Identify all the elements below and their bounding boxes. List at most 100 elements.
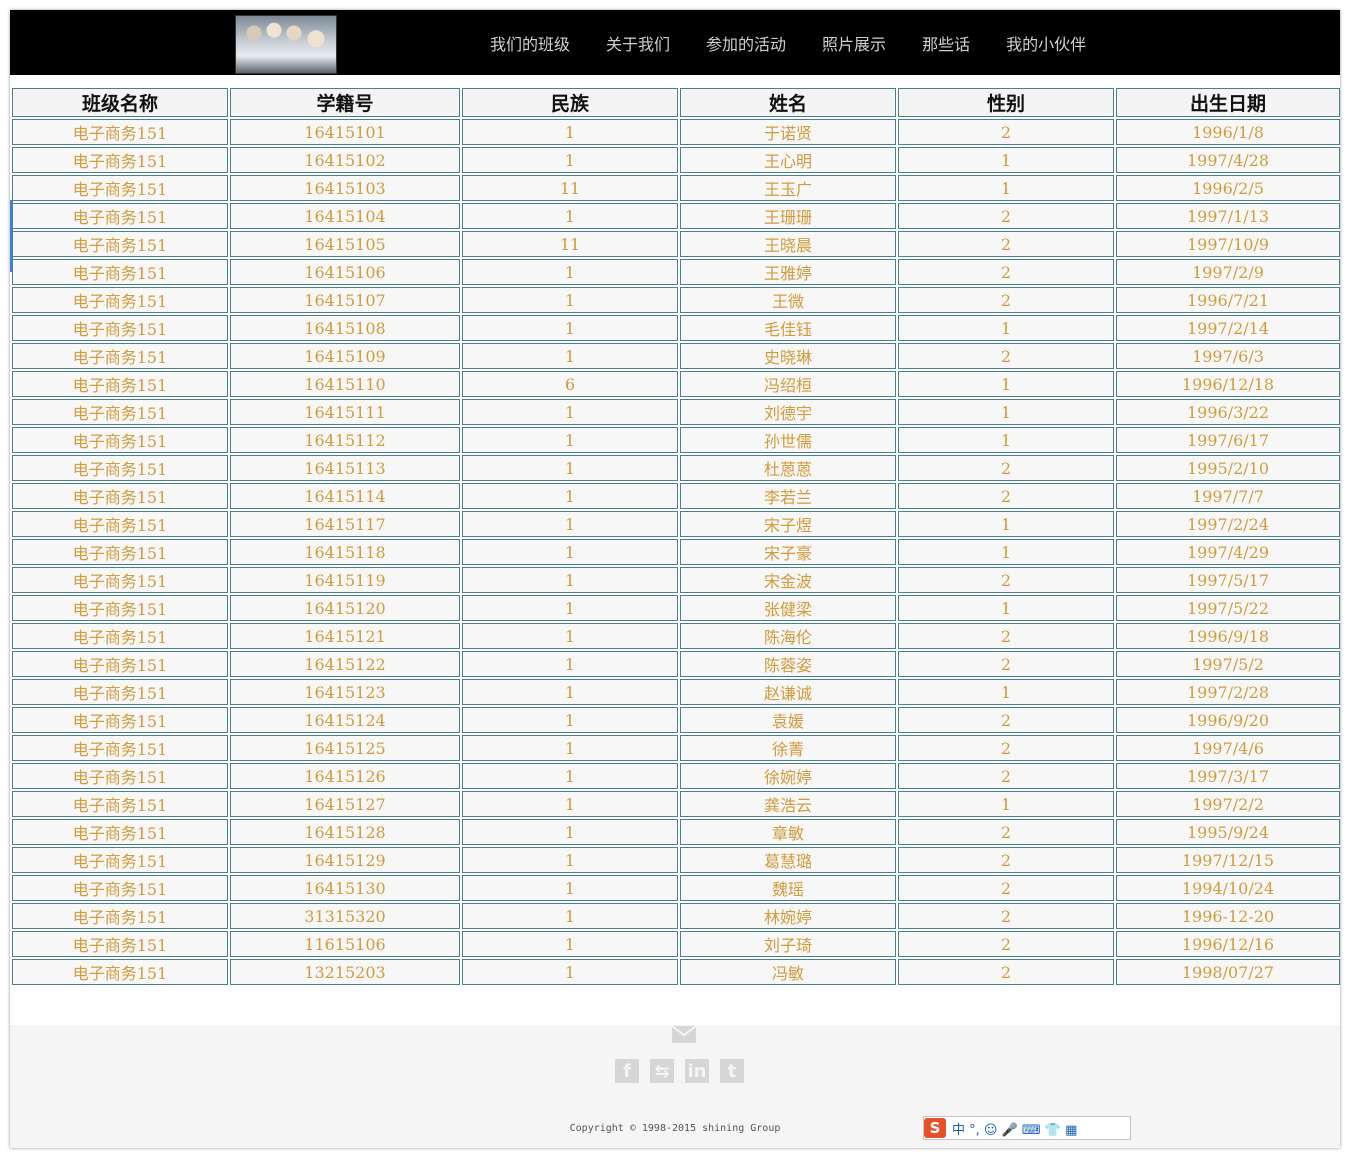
share-icon[interactable]: ⇆ xyxy=(650,1059,674,1083)
cell-class-name: 电子商务151 xyxy=(12,399,228,425)
cell-gender: 2 xyxy=(898,203,1114,229)
cell-student-id: 16415129 xyxy=(230,847,460,873)
ime-toolbar[interactable]: S 中 °, ☺ 🎤 ⌨ 👕 ▦ xyxy=(923,1116,1131,1140)
cell-gender: 2 xyxy=(898,651,1114,677)
cell-birthdate: 1997/2/2 xyxy=(1116,791,1340,817)
cell-ethnicity: 1 xyxy=(462,315,678,341)
nav-friends[interactable]: 我的小伙伴 xyxy=(1006,31,1086,55)
cell-class-name: 电子商务151 xyxy=(12,931,228,957)
cell-birthdate: 1997/2/24 xyxy=(1116,511,1340,537)
cell-birthdate: 1996/12/18 xyxy=(1116,371,1340,397)
cell-student-id: 16415102 xyxy=(230,147,460,173)
cell-class-name: 电子商务151 xyxy=(12,259,228,285)
cell-class-name: 电子商务151 xyxy=(12,371,228,397)
table-row: 电子商务151 16415128 1 章敏 2 1995/9/24 xyxy=(12,819,1340,845)
student-table: 班级名称 学籍号 民族 姓名 性别 出生日期 电子商务151 16415101 1 于… xyxy=(10,86,1342,987)
nav-photos[interactable]: 照片展示 xyxy=(822,31,886,55)
cell-birthdate: 1997/2/14 xyxy=(1116,315,1340,341)
table-row: 电子商务151 16415125 1 徐菁 2 1997/4/6 xyxy=(12,735,1340,761)
table-row: 电子商务151 16415106 1 王雅婷 2 1997/2/9 xyxy=(12,259,1340,285)
cell-name: 王玉广 xyxy=(680,175,896,201)
table-row: 电子商务151 16415130 1 魏瑶 2 1994/10/24 xyxy=(12,875,1340,901)
header-name: 姓名 xyxy=(680,88,896,117)
cell-ethnicity: 1 xyxy=(462,343,678,369)
cell-student-id: 16415107 xyxy=(230,287,460,313)
cell-gender: 2 xyxy=(898,567,1114,593)
cell-ethnicity: 1 xyxy=(462,791,678,817)
table-row: 电子商务151 16415117 1 宋子煜 1 1997/2/24 xyxy=(12,511,1340,537)
cell-birthdate: 1997/6/17 xyxy=(1116,427,1340,453)
table-row: 电子商务151 16415103 11 王玉广 1 1996/2/5 xyxy=(12,175,1340,201)
cell-name: 陈蓉姿 xyxy=(680,651,896,677)
cell-name: 袁媛 xyxy=(680,707,896,733)
cell-class-name: 电子商务151 xyxy=(12,707,228,733)
cell-ethnicity: 1 xyxy=(462,763,678,789)
cell-birthdate: 1997/5/22 xyxy=(1116,595,1340,621)
cell-class-name: 电子商务151 xyxy=(12,315,228,341)
cell-birthdate: 1997/2/28 xyxy=(1116,679,1340,705)
cell-ethnicity: 1 xyxy=(462,399,678,425)
cell-ethnicity: 1 xyxy=(462,707,678,733)
cell-birthdate: 1994/10/24 xyxy=(1116,875,1340,901)
cell-gender: 2 xyxy=(898,819,1114,845)
ime-status-icons[interactable]: 中 °, ☺ 🎤 ⌨ 👕 ▦ xyxy=(952,1119,1077,1138)
cell-name: 于诺贤 xyxy=(680,119,896,145)
cell-gender: 1 xyxy=(898,175,1114,201)
cell-name: 徐婉婷 xyxy=(680,763,896,789)
tumblr-icon[interactable]: t xyxy=(720,1059,744,1083)
cell-name: 王微 xyxy=(680,287,896,313)
cell-name: 杜蒽蒽 xyxy=(680,455,896,481)
cell-birthdate: 1997/6/3 xyxy=(1116,343,1340,369)
cell-birthdate: 1996/12/16 xyxy=(1116,931,1340,957)
footer: f ⇆ in t Copyright © 1998-2015 shining G… xyxy=(10,1025,1340,1148)
cell-ethnicity: 11 xyxy=(462,231,678,257)
header-student-id: 学籍号 xyxy=(230,88,460,117)
cell-name: 孙世儒 xyxy=(680,427,896,453)
cell-gender: 2 xyxy=(898,903,1114,929)
linkedin-icon[interactable]: in xyxy=(685,1059,709,1083)
cell-ethnicity: 1 xyxy=(462,875,678,901)
cell-ethnicity: 1 xyxy=(462,903,678,929)
nav-messages[interactable]: 那些话 xyxy=(922,31,970,55)
sogou-logo-icon[interactable]: S xyxy=(924,1118,946,1138)
cell-name: 冯绍桓 xyxy=(680,371,896,397)
table-row: 电子商务151 13215203 1 冯敏 2 1998/07/27 xyxy=(12,959,1340,985)
cell-gender: 1 xyxy=(898,371,1114,397)
cell-gender: 1 xyxy=(898,679,1114,705)
cell-gender: 1 xyxy=(898,539,1114,565)
copyright-text: Copyright © 1998-2015 shining Group xyxy=(569,1123,781,1134)
class-photo-logo[interactable] xyxy=(235,15,337,74)
cell-name: 冯敏 xyxy=(680,959,896,985)
cell-class-name: 电子商务151 xyxy=(12,763,228,789)
header-divider xyxy=(10,75,1340,85)
header-gender: 性别 xyxy=(898,88,1114,117)
cell-name: 章敏 xyxy=(680,819,896,845)
cell-birthdate: 1995/9/24 xyxy=(1116,819,1340,845)
social-links: f ⇆ in t xyxy=(615,1059,755,1083)
cell-name: 张健梁 xyxy=(680,595,896,621)
cell-ethnicity: 1 xyxy=(462,539,678,565)
cell-student-id: 16415127 xyxy=(230,791,460,817)
cell-student-id: 16415123 xyxy=(230,679,460,705)
nav-activities[interactable]: 参加的活动 xyxy=(706,31,786,55)
cell-student-id: 16415117 xyxy=(230,511,460,537)
nav-about-us[interactable]: 关于我们 xyxy=(606,31,670,55)
cell-student-id: 16415111 xyxy=(230,399,460,425)
cell-student-id: 16415109 xyxy=(230,343,460,369)
nav-our-class[interactable]: 我们的班级 xyxy=(490,31,570,55)
cell-student-id: 16415114 xyxy=(230,483,460,509)
cell-student-id: 16415104 xyxy=(230,203,460,229)
cell-name: 林婉婷 xyxy=(680,903,896,929)
cell-student-id: 16415103 xyxy=(230,175,460,201)
cell-ethnicity: 1 xyxy=(462,147,678,173)
facebook-icon[interactable]: f xyxy=(615,1059,639,1083)
table-row: 电子商务151 16415129 1 葛慧璐 2 1997/12/15 xyxy=(12,847,1340,873)
cell-ethnicity: 1 xyxy=(462,203,678,229)
cell-student-id: 16415121 xyxy=(230,623,460,649)
mail-icon[interactable] xyxy=(672,1026,696,1043)
cell-birthdate: 1995/2/10 xyxy=(1116,455,1340,481)
cell-birthdate: 1997/10/9 xyxy=(1116,231,1340,257)
cell-gender: 2 xyxy=(898,483,1114,509)
cell-class-name: 电子商务151 xyxy=(12,175,228,201)
cell-ethnicity: 1 xyxy=(462,259,678,285)
